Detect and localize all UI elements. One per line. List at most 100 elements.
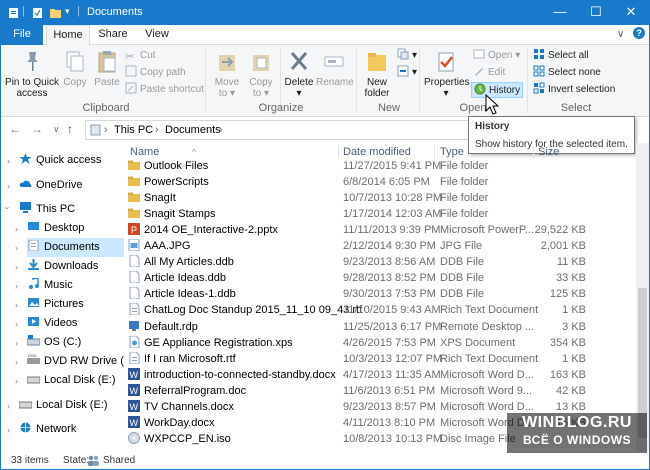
recent-locations-icon[interactable]: ∨ [53,124,60,135]
breadcrumb-separator: › [155,124,159,136]
file-row[interactable]: PowerScripts 6/8/2014 6:05 PM File folder [128,174,636,190]
properties-quick-icon[interactable] [32,7,43,19]
file-row[interactable]: SnagIt 10/7/2013 10:28 PM File folder [128,190,636,206]
help-icon[interactable]: ? [633,27,645,39]
nav-item-pictures[interactable]: Pictures [27,295,124,314]
expand-chevron-icon[interactable]: › [15,262,18,272]
address-bar[interactable]: › This PC › Documents › [85,120,515,140]
file-row[interactable]: If I ran Microsoft.rtf 10/3/2013 12:07 PM… [128,351,636,367]
expand-chevron-icon[interactable]: › [15,338,18,348]
column-divider[interactable] [434,145,435,159]
edit-icon [475,68,483,76]
open-button[interactable]: Open ▾ [473,48,520,64]
nav-item-videos[interactable]: Videos [27,314,124,333]
ribbon-separator [205,49,206,113]
column-divider[interactable] [338,145,339,159]
vertical-scrollbar[interactable] [636,143,649,451]
select-all-button[interactable]: Select all [533,48,589,64]
qat-dropdown-icon[interactable]: ▾ [65,6,70,17]
nav-item-quick-access[interactable]: Quick access [19,151,124,170]
tab-view[interactable]: View [137,25,177,45]
file-name-text: ChatLog Doc Standup 2015_11_10 09_43.rtf [144,304,363,317]
minimize-button[interactable]: — [542,1,578,25]
nav-item-documents[interactable]: Documents [27,238,124,257]
file-row[interactable]: ChatLog Doc Standup 2015_11_10 09_43.rtf… [128,302,636,318]
file-row[interactable]: All My Articles.ddb 9/23/2013 8:56 AM DDB … [128,254,636,270]
nav-label: OneDrive [36,179,83,191]
expand-chevron-icon[interactable]: › [7,181,10,191]
copy-button[interactable]: Copy [61,47,89,88]
rename-button[interactable]: Rename [316,47,354,88]
file-name-text: Snagit Stamps [144,208,216,221]
maximize-button[interactable]: ☐ [578,1,614,25]
close-button[interactable]: ✕ [613,1,649,25]
copy-to-button[interactable]: Copy to ▾ [246,47,276,99]
paste-shortcut-button[interactable]: Paste shortcut [125,82,204,98]
new-folder-button[interactable]: New folder [361,47,393,99]
new-item-button[interactable]: ▾ [397,48,417,64]
expand-chevron-icon[interactable]: › [15,357,18,367]
file-row[interactable]: Wintroduction-to-connected-standby.docx 4… [128,367,636,383]
up-button[interactable]: ↑ [67,122,73,136]
tab-home[interactable]: Home [46,25,90,46]
invert-selection-button[interactable]: Invert selection [533,82,615,98]
file-date: 6/8/2014 6:05 PM [343,176,430,189]
expand-chevron-icon[interactable]: › [7,425,10,435]
expand-chevron-icon[interactable]: › [15,243,18,253]
file-row[interactable]: Article Ideas.ddb 9/28/2013 8:52 PM DDB Fi… [128,270,636,286]
collapse-chevron-icon[interactable]: › [3,207,13,210]
file-row[interactable]: Outlook Files 11/27/2015 9:41 PM File fold… [128,158,636,174]
expand-chevron-icon[interactable]: › [15,319,18,329]
file-row[interactable]: GE Appliance Registration.xps 4/26/2015 7… [128,335,636,351]
edit-button[interactable]: Edit [473,65,505,81]
expand-chevron-icon[interactable]: › [15,281,18,291]
svg-text:W: W [130,386,139,396]
nav-item-music[interactable]: Music [27,276,124,295]
breadcrumb-this-pc[interactable]: This PC [114,124,153,136]
forward-button[interactable]: → [31,122,43,136]
paste-button[interactable]: Paste [93,47,121,88]
delete-button[interactable]: Delete ▾ [284,47,314,99]
copy-path-button[interactable]: Copy path [125,65,186,81]
nav-item-this-pc[interactable]: This PC [19,200,124,219]
disk-icon [27,376,40,384]
easy-access-button[interactable]: ▾ [397,65,417,81]
file-date: 10/3/2013 12:07 PM [343,352,443,365]
column-divider[interactable] [533,145,534,159]
expand-chevron-icon[interactable]: › [15,224,18,234]
file-date: 4/26/2015 7:53 PM [343,336,436,349]
nav-item-desktop[interactable]: Desktop [27,219,124,238]
file-type: File folder [440,176,489,189]
file-row[interactable]: Article Ideas-1.ddb 9/30/2013 7:53 PM DDB … [128,286,636,302]
expand-chevron-icon[interactable]: › [15,300,18,310]
select-none-button[interactable]: Select none [533,65,601,81]
file-row[interactable]: Snagit Stamps 1/17/2014 12:03 AM File fold… [128,206,636,222]
word-icon: W [128,415,140,428]
move-to-button[interactable]: Move to ▾ [210,47,244,99]
nav-item-downloads[interactable]: Downloads [27,257,124,276]
expand-chevron-icon[interactable]: › [7,156,10,166]
nav-item-local-disk-e-2[interactable]: Local Disk (E:) [19,396,124,415]
nav-item-network[interactable]: Network [19,420,124,439]
file-explorer-icon[interactable] [8,7,19,19]
file-row[interactable]: W ReferralProgram.doc 11/6/2013 6:51 PM Mic… [128,383,636,399]
file-name-text: Article Ideas.ddb [144,272,226,285]
nav-item-os-c[interactable]: OS (C:) [27,333,124,352]
new-folder-quick-icon[interactable] [50,7,61,19]
tab-file[interactable]: File [1,25,43,45]
nav-item-onedrive[interactable]: OneDrive [19,176,124,195]
tab-share[interactable]: Share [93,25,133,45]
expand-chevron-icon[interactable]: › [7,401,10,411]
nav-item-dvd-drive[interactable]: DVD DVD RW Drive (D:) A [27,352,124,371]
ribbon-expand-icon[interactable]: ∨ [617,29,624,40]
file-row[interactable]: Default.rdp 11/25/2013 6:17 PM Remote Desk… [128,319,636,335]
pin-to-quick-access-button[interactable]: Pin to Quick access [5,47,59,99]
breadcrumb-documents[interactable]: Documents [165,124,221,136]
file-row[interactable]: AAA.JPG 2/12/2014 9:30 PM JPG File 2,001 KB [128,238,636,254]
back-button[interactable]: ← [9,122,21,136]
expand-chevron-icon[interactable]: › [15,376,18,386]
file-row[interactable]: P 2014 OE_Interactive-2.pptx 11/11/2013 9:… [128,222,636,238]
properties-button[interactable]: Properties ▾ [424,47,470,99]
cut-button[interactable]: ✂ Cut [125,48,156,64]
nav-item-local-disk-e[interactable]: Local Disk (E:) [27,371,124,390]
